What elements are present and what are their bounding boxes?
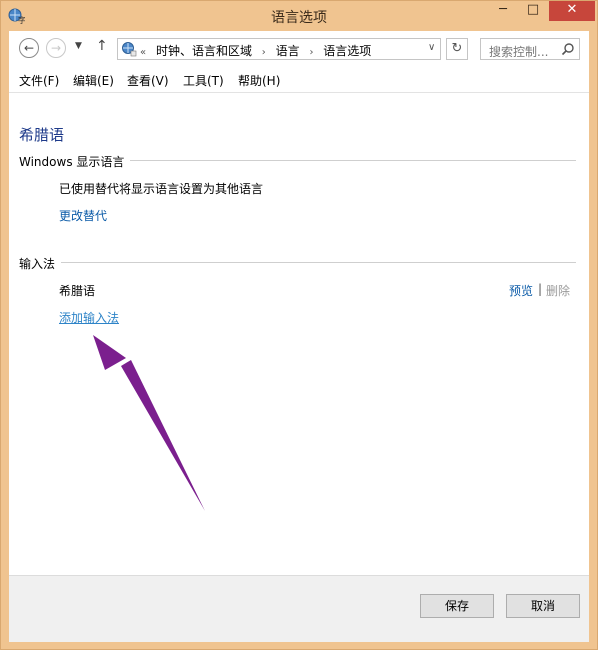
breadcrumb: « 时钟、语言和区域 › 语言 › 语言选项 — [140, 42, 377, 59]
search-placeholder: 搜索控制... — [489, 45, 549, 59]
input-method-name: 希腊语 — [59, 284, 96, 298]
control-panel-icon — [122, 42, 137, 57]
client-area: ← → ▼ ↑ « 时钟、语言和区域 › 语言 › 语言选项 ∨ ↻ 搜索控制.… — [9, 31, 589, 642]
preview-link[interactable]: 预览 — [509, 282, 533, 299]
navigation-bar: ← → ▼ ↑ « 时钟、语言和区域 › 语言 › 语言选项 ∨ ↻ 搜索控制.… — [9, 31, 589, 67]
ime-section-divider — [19, 262, 576, 263]
breadcrumb-separator[interactable]: › — [309, 47, 313, 58]
refresh-button[interactable]: ↻ — [446, 38, 468, 60]
menu-help[interactable]: 帮助(H) — [238, 72, 280, 89]
title-bar[interactable]: 字 语言选项 ─ □ ✕ — [1, 1, 597, 31]
page-title: 希腊语 — [19, 126, 65, 144]
breadcrumb-overflow[interactable]: « — [140, 47, 146, 58]
save-button[interactable]: 保存 — [420, 594, 494, 618]
change-override-link[interactable]: 更改替代 — [59, 207, 107, 224]
address-dropdown-button[interactable]: ∨ — [428, 42, 435, 53]
menu-bar: 文件(F) 编辑(E) 查看(V) 工具(T) 帮助(H) — [9, 67, 589, 91]
address-field[interactable]: « 时钟、语言和区域 › 语言 › 语言选项 ∨ — [117, 38, 441, 60]
menu-file[interactable]: 文件(F) — [19, 72, 59, 89]
recent-locations-button[interactable]: ▼ — [75, 41, 82, 51]
link-divider: | — [538, 282, 543, 296]
display-language-section-title: Windows 显示语言 — [19, 153, 131, 170]
breadcrumb-separator[interactable]: › — [262, 47, 266, 58]
breadcrumb-language-options[interactable]: 语言选项 — [323, 44, 371, 58]
up-button[interactable]: ↑ — [96, 38, 108, 54]
add-input-method-link[interactable]: 添加输入法 — [59, 309, 119, 326]
forward-button[interactable]: → — [46, 38, 66, 58]
search-icon[interactable] — [561, 42, 575, 56]
back-button[interactable]: ← — [19, 38, 39, 58]
menu-tools[interactable]: 工具(T) — [183, 72, 224, 89]
breadcrumb-clock-language-region[interactable]: 时钟、语言和区域 — [156, 44, 252, 58]
menu-view[interactable]: 查看(V) — [127, 72, 169, 89]
minimize-button[interactable]: ─ — [489, 1, 517, 21]
search-input[interactable]: 搜索控制... — [480, 38, 580, 60]
cancel-button[interactable]: 取消 — [506, 594, 580, 618]
menu-edit[interactable]: 编辑(E) — [73, 72, 114, 89]
remove-link[interactable]: 删除 — [546, 282, 570, 299]
input-method-section-title: 输入法 — [19, 255, 62, 272]
breadcrumb-language[interactable]: 语言 — [276, 44, 300, 58]
language-options-window: 字 语言选项 ─ □ ✕ ← → ▼ ↑ « 时钟、语言和区域 › 语言 › 语… — [0, 0, 598, 650]
close-button[interactable]: ✕ — [549, 1, 595, 21]
dialog-footer: 保存 取消 — [9, 575, 589, 642]
display-language-description: 已使用替代将显示语言设置为其他语言 — [59, 182, 264, 196]
maximize-button[interactable]: □ — [519, 1, 547, 21]
menu-divider — [9, 92, 589, 93]
